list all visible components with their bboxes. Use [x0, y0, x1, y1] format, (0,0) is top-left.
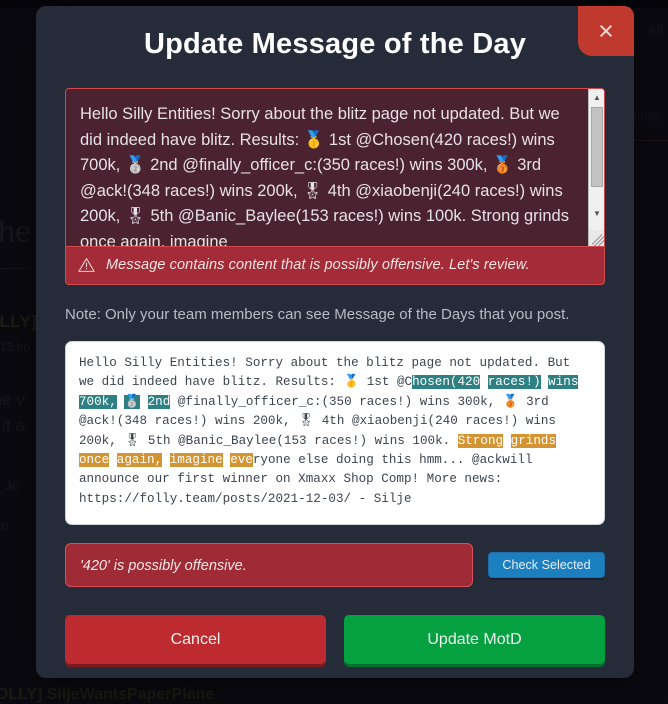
update-motd-modal: × Update Message of the Day Hello Silly … [36, 6, 634, 678]
check-selected-button[interactable]: Check Selected [488, 552, 605, 578]
textarea-scrollbar[interactable]: ▲ ▼ [588, 89, 604, 246]
screen: sit osite the OLLY] 13 ho the v n it a m… [0, 0, 668, 704]
review-text-segment [109, 453, 117, 467]
review-highlight-teal: 🥈 [124, 394, 141, 409]
review-text-segment [480, 375, 488, 389]
review-text-segment [140, 395, 148, 409]
review-text-segment [503, 434, 511, 448]
cancel-button[interactable]: Cancel [65, 615, 326, 664]
review-preview-box[interactable]: Hello Silly Entities! Sorry about the bl… [65, 341, 605, 525]
scrollbar-thumb[interactable] [591, 107, 603, 187]
review-highlight-orange: Strong [457, 433, 504, 448]
offense-detail-input[interactable]: '420' is possibly offensive. [65, 543, 473, 587]
scroll-up-icon[interactable]: ▲ [589, 89, 604, 105]
review-highlight-teal: hosen(420 [412, 375, 481, 390]
review-preview-text: Hello Silly Entities! Sorry about the bl… [79, 354, 591, 509]
review-highlight-teal: 2nd [147, 394, 171, 409]
review-highlight-orange: once [79, 453, 110, 468]
motd-textarea-value: Hello Silly Entities! Sorry about the bl… [80, 105, 574, 246]
offensive-warning-banner: Message contains content that is possibl… [65, 246, 605, 285]
update-motd-button[interactable]: Update MotD [344, 615, 605, 664]
review-highlight-teal: wins [548, 375, 579, 390]
resize-handle-icon[interactable] [589, 230, 604, 246]
close-icon[interactable]: × [578, 6, 634, 56]
review-highlight-orange: grinds [510, 433, 557, 448]
review-text-segment [556, 434, 564, 448]
review-highlight-teal: 700k, [79, 394, 117, 409]
editor-section: Hello Silly Entities! Sorry about the bl… [65, 88, 605, 285]
motd-textarea[interactable]: Hello Silly Entities! Sorry about the bl… [65, 88, 605, 246]
review-highlight-orange: imagine [169, 453, 223, 468]
offensive-warning-text: Message contains content that is possibl… [106, 257, 530, 273]
review-text-segment [578, 375, 586, 389]
action-row: Cancel Update MotD [65, 615, 605, 664]
review-highlight-orange: again, [116, 453, 163, 468]
warning-triangle-icon [78, 258, 95, 272]
scroll-down-icon[interactable]: ▼ [589, 205, 604, 221]
page-title: Update Message of the Day [143, 28, 527, 60]
privacy-note: Note: Only your team members can see Mes… [65, 306, 570, 323]
review-highlight-orange: eve [230, 453, 253, 468]
review-text-segment [162, 453, 170, 467]
result-row: '420' is possibly offensive. Check Selec… [65, 543, 605, 587]
review-highlight-teal: races!) [487, 375, 541, 390]
